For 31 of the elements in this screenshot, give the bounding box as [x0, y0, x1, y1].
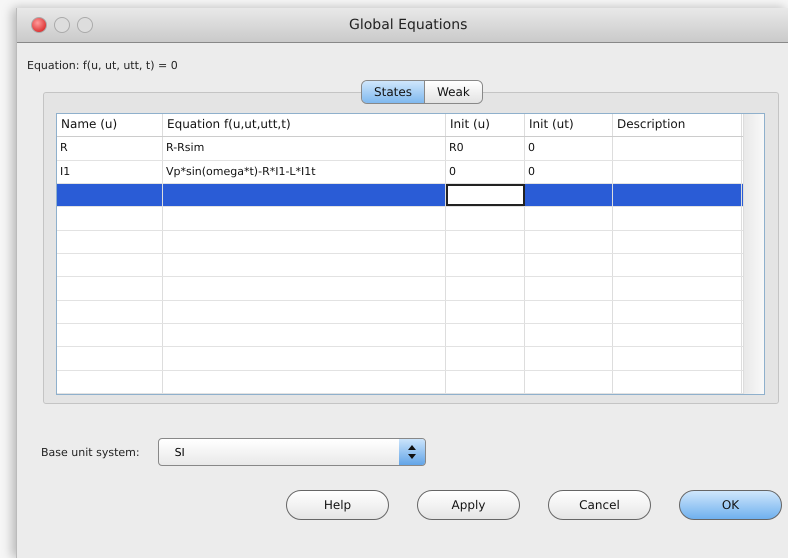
column-header[interactable]: Equation f(u,ut,utt,t) [163, 114, 446, 136]
table-row[interactable] [57, 184, 743, 208]
table-cell: I1 [57, 160, 163, 183]
table-cell: 0 [525, 160, 613, 183]
cell-editor[interactable] [446, 184, 525, 206]
minimize-button[interactable] [54, 17, 70, 33]
column-header[interactable]: Name (u) [57, 114, 163, 136]
unit-system-label: Base unit system: [41, 446, 140, 458]
table-row[interactable]: R R-Rsim R0 0 [57, 137, 743, 161]
tab[interactable]: States [362, 81, 424, 103]
dialog-button[interactable]: Apply [417, 490, 520, 520]
table-cell: R-Rsim [163, 137, 446, 160]
table-cell: R0 [446, 137, 525, 160]
table-cell: 0 [525, 137, 613, 160]
close-button[interactable] [31, 17, 47, 33]
table-cell: Vp*sin(omega*t)-R*I1-L*I1t [163, 160, 446, 183]
zoom-button[interactable] [77, 17, 93, 33]
table-row[interactable]: I1 Vp*sin(omega*t)-R*I1-L*I1t 0 0 [57, 160, 743, 184]
window-title: Global Equations [349, 17, 468, 33]
unit-system-dropdown[interactable]: SI [158, 438, 426, 466]
dialog-button[interactable]: Cancel [548, 490, 651, 520]
table-cell: 0 [446, 160, 525, 183]
stepper-icon [398, 439, 425, 465]
column-header[interactable]: Description [613, 114, 742, 136]
tab[interactable]: Weak [424, 81, 482, 103]
equation-label: Equation: f(u, ut, utt, t) = 0 [27, 59, 179, 72]
dialog-button[interactable]: OK [679, 490, 782, 520]
column-header[interactable]: Init (u) [446, 114, 525, 136]
dialog-button[interactable]: Help [286, 490, 389, 520]
table-cell: R [57, 137, 163, 160]
column-header[interactable]: Init (ut) [525, 114, 613, 136]
